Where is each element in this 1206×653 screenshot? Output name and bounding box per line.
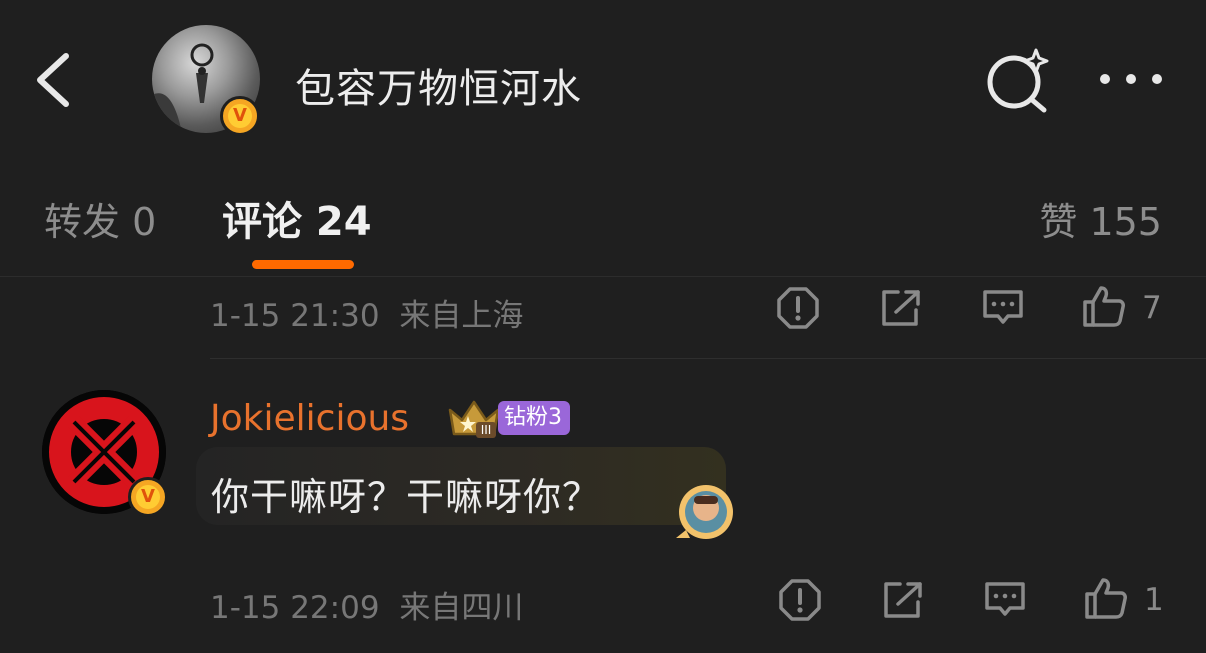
svg-text:III: III	[481, 423, 492, 437]
comment-meta: 1-15 22:09 来自四川	[210, 582, 523, 627]
comment-text[interactable]: 你干嘛呀？干嘛呀你？	[211, 466, 601, 521]
sparkle-search-icon	[987, 48, 1049, 113]
thumbs-up-icon	[1085, 578, 1127, 619]
comment-time: 1-15 22:09	[210, 590, 380, 626]
comment-location: 来自上海	[399, 298, 524, 334]
back-button[interactable]	[30, 48, 80, 112]
tab-repost[interactable]: 转发 0	[44, 191, 156, 246]
tab-bar: 转发 0 评论 24 赞 155	[0, 147, 1206, 277]
share-button[interactable]	[882, 580, 924, 624]
report-icon	[779, 579, 821, 621]
comment-icon	[983, 290, 1023, 324]
comment-icon	[985, 582, 1025, 616]
like-count: 1	[1144, 582, 1164, 618]
crown-level-badge: III	[446, 396, 502, 440]
more-button[interactable]	[1095, 64, 1167, 94]
verified-badge: V	[220, 96, 260, 136]
comment-divider	[210, 358, 1206, 359]
report-icon	[777, 287, 819, 329]
author-name[interactable]: 包容万物恒河水	[295, 56, 582, 114]
report-button[interactable]	[778, 578, 822, 626]
like-count: 7	[1142, 290, 1162, 326]
top-bar: V 包容万物恒河水	[0, 0, 1206, 147]
verified-badge: V	[128, 477, 168, 517]
commenter-username[interactable]: Jokielicious	[210, 398, 409, 439]
comment-location: 来自四川	[399, 590, 524, 626]
tab-likes[interactable]: 赞 155	[1039, 191, 1162, 246]
comment-meta: 1-15 21:30 来自上海	[210, 290, 523, 335]
avatar-sticker-icon	[676, 485, 733, 539]
search-button[interactable]	[984, 48, 1052, 114]
active-tab-indicator	[252, 260, 354, 269]
tab-comments[interactable]: 评论 24	[222, 189, 372, 247]
share-button[interactable]	[880, 288, 922, 332]
comment-time: 1-15 21:30	[210, 298, 380, 334]
chevron-left-icon	[37, 53, 69, 107]
share-icon	[884, 582, 922, 618]
reply-button[interactable]	[982, 288, 1024, 332]
bubble-sticker	[672, 482, 742, 544]
report-button[interactable]	[776, 286, 820, 334]
more-dots-icon	[1100, 74, 1162, 84]
reply-button[interactable]	[984, 580, 1026, 624]
like-button[interactable]	[1084, 576, 1128, 624]
like-button[interactable]	[1082, 284, 1126, 332]
crown-icon: III	[448, 400, 500, 438]
fan-level-badge: 钻粉3	[498, 401, 570, 435]
tabs-divider	[0, 276, 1206, 277]
share-icon	[882, 290, 920, 326]
thumbs-up-icon	[1083, 286, 1125, 327]
